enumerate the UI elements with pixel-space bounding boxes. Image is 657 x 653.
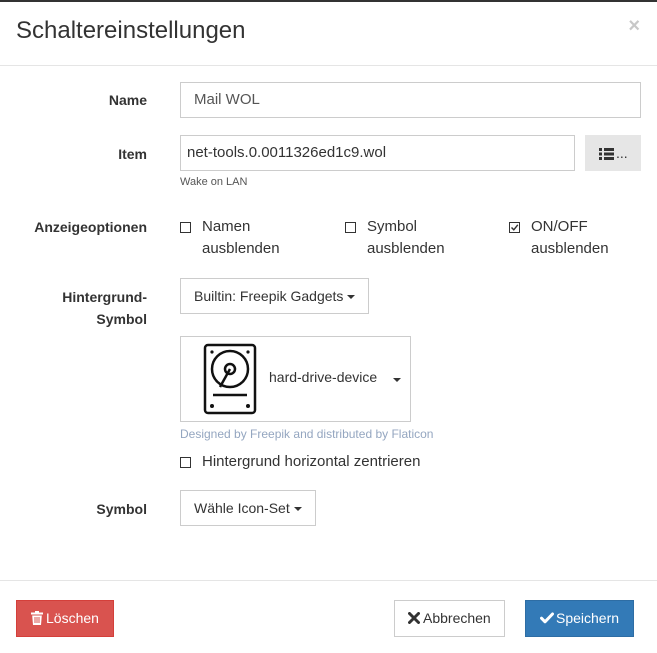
hide-onoff-checkbox[interactable] (509, 222, 520, 233)
icon-set-dropdown-label: Builtin: Freepik Gadgets (194, 288, 344, 304)
dialog-header: Schaltereinstellungen × (0, 0, 657, 66)
delete-label: Löschen (46, 610, 99, 626)
check-icon (511, 224, 519, 231)
item-select-suffix: ... (616, 145, 628, 161)
chevron-down-icon (393, 378, 401, 382)
name-input[interactable]: Mail WOL (180, 82, 641, 118)
center-background-checkbox[interactable] (180, 457, 191, 468)
icon-set-dropdown[interactable]: Builtin: Freepik Gadgets (180, 278, 370, 314)
icon-name: hard-drive-device (269, 369, 378, 385)
save-label: Speichern (556, 610, 620, 626)
name-label: Name (108, 92, 147, 108)
icon-credit: Designed by Freepik and distributed by F… (180, 427, 434, 441)
close-icon[interactable]: × (628, 16, 640, 36)
item-select-button[interactable]: ... (585, 135, 641, 171)
background-icon-picker[interactable]: hard-drive-device (180, 336, 411, 422)
display-options-label: Anzeigeoptionen (34, 219, 147, 235)
cancel-button[interactable]: Abbrechen (394, 600, 505, 637)
chevron-down-icon (293, 507, 302, 512)
hide-name-checkbox[interactable] (180, 222, 191, 233)
background-symbol-label: Hintergrund- Symbol (62, 289, 147, 327)
delete-button[interactable]: Löschen (16, 600, 114, 637)
symbol-label: Symbol (96, 501, 147, 517)
symbol-icon-set-dropdown[interactable]: Wähle Icon-Set (180, 490, 316, 526)
hard-drive-icon (203, 343, 257, 415)
item-label: Item (118, 146, 147, 162)
trash-icon (31, 611, 43, 625)
symbol-dropdown-label: Wähle Icon-Set (194, 500, 290, 516)
chevron-down-icon (347, 295, 356, 300)
cancel-label: Abbrechen (423, 610, 491, 626)
list-icon (599, 148, 614, 160)
switch-settings-dialog: Schaltereinstellungen × Name Mail WOL It… (0, 0, 657, 652)
dialog-title: Schaltereinstellungen (16, 17, 246, 44)
hide-symbol-checkbox[interactable] (345, 222, 356, 233)
hide-symbol-label: Symbol ausblenden (367, 218, 445, 257)
item-input[interactable]: net-tools.0.0011326ed1c9.wol (180, 135, 575, 171)
dialog-footer: Löschen Abbrechen Speichern (0, 580, 657, 653)
x-icon (408, 612, 420, 624)
item-hint: Wake on LAN (180, 176, 248, 188)
center-background-label: Hintergrund horizontal zentrieren (202, 453, 421, 470)
check-icon (540, 612, 554, 624)
hide-name-label: Namen ausblenden (202, 218, 280, 257)
hide-onoff-label: ON/OFF ausblenden (531, 218, 609, 257)
save-button[interactable]: Speichern (525, 600, 635, 637)
